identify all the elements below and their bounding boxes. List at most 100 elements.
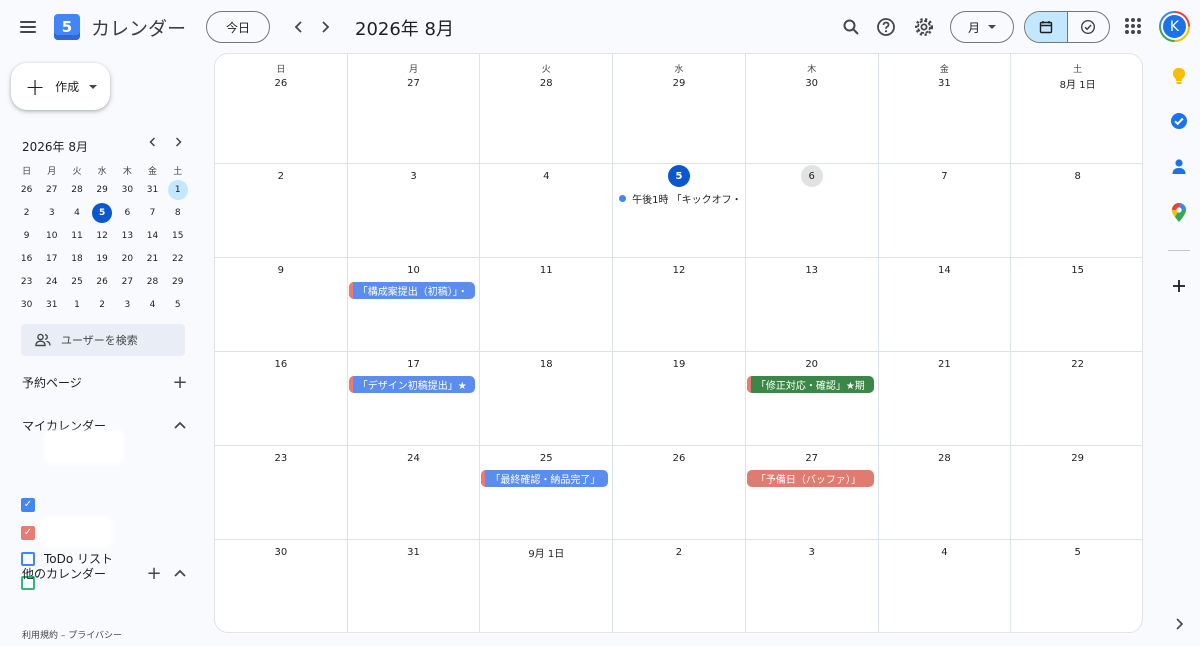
mini-day[interactable]: 1 xyxy=(165,178,190,201)
day-cell[interactable]: 2 xyxy=(613,540,746,632)
day-number[interactable]: 18 xyxy=(480,353,612,375)
mini-day[interactable]: 1 xyxy=(64,293,89,316)
day-cell[interactable]: 29 xyxy=(1011,446,1142,540)
day-number[interactable]: 2 xyxy=(613,541,745,563)
day-cell[interactable]: 25 xyxy=(480,446,614,540)
mini-day[interactable]: 20 xyxy=(115,247,140,270)
day-number[interactable]: 28 xyxy=(879,447,1011,469)
day-cell[interactable]: 3 xyxy=(347,164,481,258)
day-cell[interactable]: 14 xyxy=(878,258,1012,352)
day-number[interactable]: 26 xyxy=(613,447,745,469)
mini-day[interactable]: 2 xyxy=(14,201,39,224)
mini-day[interactable]: 30 xyxy=(14,293,39,316)
day-number[interactable]: 3 xyxy=(746,541,878,563)
day-cell[interactable]: 6 xyxy=(745,164,879,258)
mini-day[interactable]: 3 xyxy=(39,201,64,224)
day-cell[interactable]: 9 xyxy=(215,258,348,352)
day-number[interactable]: 4 xyxy=(480,165,612,187)
day-number[interactable]: 2 xyxy=(215,165,347,187)
day-number[interactable]: 9月 1日 xyxy=(480,541,612,563)
mini-day[interactable]: 31 xyxy=(140,178,165,201)
day-cell[interactable]: 7 xyxy=(878,164,1012,258)
day-number[interactable]: 26 xyxy=(215,72,347,94)
mini-day[interactable]: 26 xyxy=(90,270,115,293)
mini-day[interactable]: 14 xyxy=(140,224,165,247)
mini-day[interactable]: 12 xyxy=(90,224,115,247)
add-icon[interactable] xyxy=(1168,275,1190,297)
day-number[interactable]: 12 xyxy=(613,259,745,281)
mini-day[interactable]: 30 xyxy=(115,178,140,201)
day-number[interactable]: 16 xyxy=(215,353,347,375)
contacts-icon[interactable] xyxy=(1168,156,1190,178)
day-number[interactable]: 30 xyxy=(746,72,878,94)
day-number[interactable]: 7 xyxy=(879,165,1011,187)
day-cell[interactable]: 27 xyxy=(745,446,879,540)
day-number[interactable]: 8月 1日 xyxy=(1011,72,1142,94)
day-cell[interactable]: 水 29 xyxy=(613,54,746,164)
day-number[interactable]: 3 xyxy=(348,165,480,187)
all-day-event[interactable]: 「構成案提出（初稿）」・ xyxy=(348,282,476,299)
mini-day[interactable]: 7 xyxy=(140,201,165,224)
mini-day[interactable]: 10 xyxy=(39,224,64,247)
mini-day[interactable]: 9 xyxy=(14,224,39,247)
day-cell[interactable]: 9月 1日 xyxy=(480,540,614,632)
mini-day[interactable]: 24 xyxy=(39,270,64,293)
chevron-up-icon[interactable] xyxy=(170,563,190,583)
apps-grid-icon[interactable] xyxy=(1125,18,1141,34)
day-cell[interactable]: 火 28 xyxy=(480,54,614,164)
day-cell[interactable]: 30 xyxy=(215,540,348,632)
keep-icon[interactable] xyxy=(1168,65,1190,87)
chevron-up-icon[interactable] xyxy=(170,415,190,435)
mini-day[interactable]: 26 xyxy=(14,178,39,201)
today-button[interactable]: 今日 xyxy=(206,11,270,43)
mini-day[interactable]: 17 xyxy=(39,247,64,270)
day-cell[interactable]: 28 xyxy=(878,446,1012,540)
tasks-icon[interactable] xyxy=(1168,110,1190,132)
day-cell[interactable]: 20 xyxy=(745,352,879,446)
day-cell[interactable]: 月 27 xyxy=(347,54,481,164)
day-cell[interactable]: 12 xyxy=(613,258,746,352)
day-number[interactable]: 9 xyxy=(215,259,347,281)
day-cell[interactable]: 土 8月 1日 xyxy=(1011,54,1142,164)
day-cell[interactable]: 31 xyxy=(348,540,481,632)
day-number[interactable]: 11 xyxy=(480,259,612,281)
mini-day[interactable]: 25 xyxy=(64,270,89,293)
mini-day[interactable]: 28 xyxy=(140,270,165,293)
day-number[interactable]: 10 xyxy=(348,259,480,281)
day-number[interactable]: 27 xyxy=(746,447,878,469)
create-button[interactable]: + 作成 xyxy=(11,63,110,110)
mini-day[interactable]: 3 xyxy=(115,293,140,316)
user-search-input[interactable]: ユーザーを検索 xyxy=(21,324,185,356)
day-number[interactable]: 19 xyxy=(613,353,745,375)
search-icon[interactable] xyxy=(838,14,864,40)
day-number[interactable]: 22 xyxy=(1011,353,1142,375)
mini-day[interactable]: 4 xyxy=(140,293,165,316)
timed-event[interactable]: 午後1時 「キックオフ・ xyxy=(619,191,742,206)
mini-prev-icon[interactable] xyxy=(144,136,162,151)
day-cell[interactable]: 5 xyxy=(1011,540,1142,632)
day-number[interactable]: 20 xyxy=(746,353,878,375)
day-number[interactable]: 23 xyxy=(215,447,347,469)
mini-day[interactable]: 8 xyxy=(165,201,190,224)
calendar-checkbox[interactable]: ✓ xyxy=(21,498,35,512)
day-cell[interactable]: 16 xyxy=(215,352,348,446)
day-number[interactable]: 31 xyxy=(348,541,480,563)
day-cell[interactable]: 26 xyxy=(613,446,746,540)
mini-day[interactable]: 27 xyxy=(39,178,64,201)
day-cell[interactable]: 24 xyxy=(347,446,481,540)
day-number[interactable]: 14 xyxy=(879,259,1011,281)
my-calendar-item[interactable]: ✓ xyxy=(21,498,44,512)
mini-day[interactable]: 4 xyxy=(64,201,89,224)
mini-day[interactable]: 16 xyxy=(14,247,39,270)
booking-pages-row[interactable]: 予約ページ + xyxy=(22,372,190,393)
day-cell[interactable]: 2 xyxy=(215,164,348,258)
day-cell[interactable]: 19 xyxy=(613,352,746,446)
day-cell[interactable]: 13 xyxy=(745,258,879,352)
settings-icon[interactable] xyxy=(911,14,937,40)
day-cell[interactable]: 8 xyxy=(1011,164,1142,258)
day-number[interactable]: 27 xyxy=(348,72,480,94)
avatar[interactable]: K xyxy=(1159,11,1190,42)
day-cell[interactable]: 18 xyxy=(480,352,614,446)
day-cell[interactable]: 23 xyxy=(215,446,348,540)
day-number[interactable]: 29 xyxy=(613,72,745,94)
